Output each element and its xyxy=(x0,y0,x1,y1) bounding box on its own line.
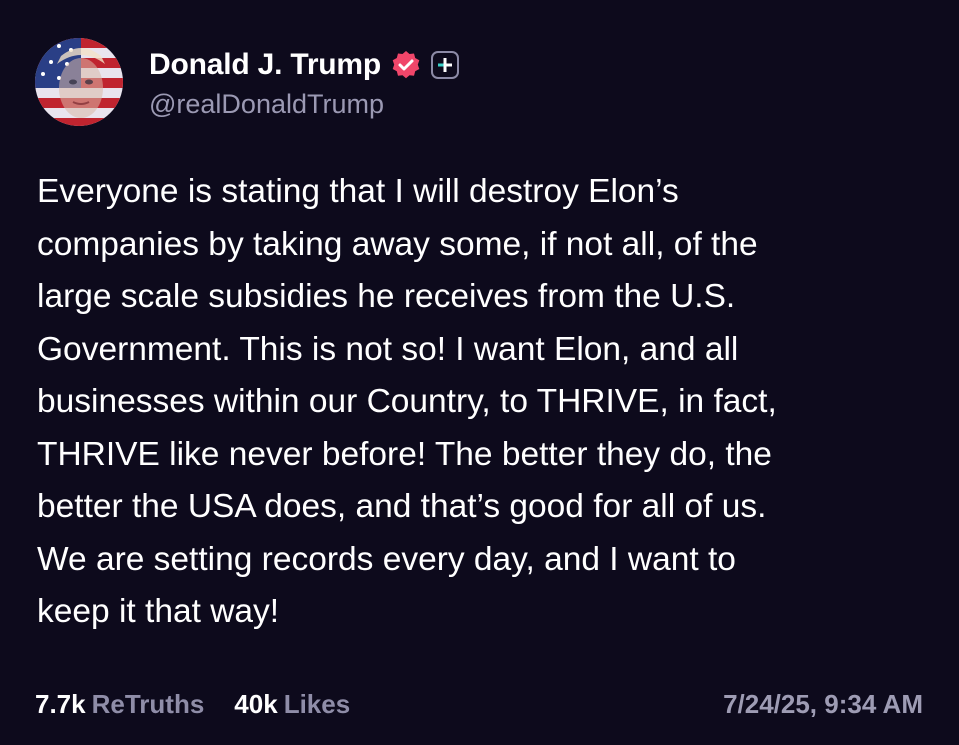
author-handle[interactable]: @realDonaldTrump xyxy=(149,89,459,120)
retruths-count: 7.7k xyxy=(35,688,86,719)
name-row: Donald J. Trump xyxy=(149,45,460,85)
likes-label: Likes xyxy=(283,688,351,719)
avatar[interactable] xyxy=(35,38,123,126)
post-header: Donald J. Trump @realDonaldTrump xyxy=(35,38,460,126)
retruths-label: ReTruths xyxy=(91,688,205,719)
plus-icon[interactable] xyxy=(431,50,460,79)
post-footer: 7.7k ReTruths 40k Likes 7/24/25, 9:34 AM xyxy=(35,686,923,722)
avatar-image xyxy=(35,38,123,126)
author-info: Donald J. Trump @realDonaldTrump xyxy=(149,45,460,120)
likes-stat[interactable]: 40k Likes xyxy=(234,689,350,720)
author-display-name[interactable]: Donald J. Trump xyxy=(149,48,381,82)
retruths-stat[interactable]: 7.7k ReTruths xyxy=(35,689,204,720)
post-card: Donald J. Trump @realDonaldTrump Everyon… xyxy=(0,0,959,745)
verified-badge-icon xyxy=(391,50,421,80)
likes-count: 40k xyxy=(234,688,278,719)
post-text: Everyone is stating that I will destroy … xyxy=(37,173,777,630)
post-timestamp[interactable]: 7/24/25, 9:34 AM xyxy=(723,689,923,720)
